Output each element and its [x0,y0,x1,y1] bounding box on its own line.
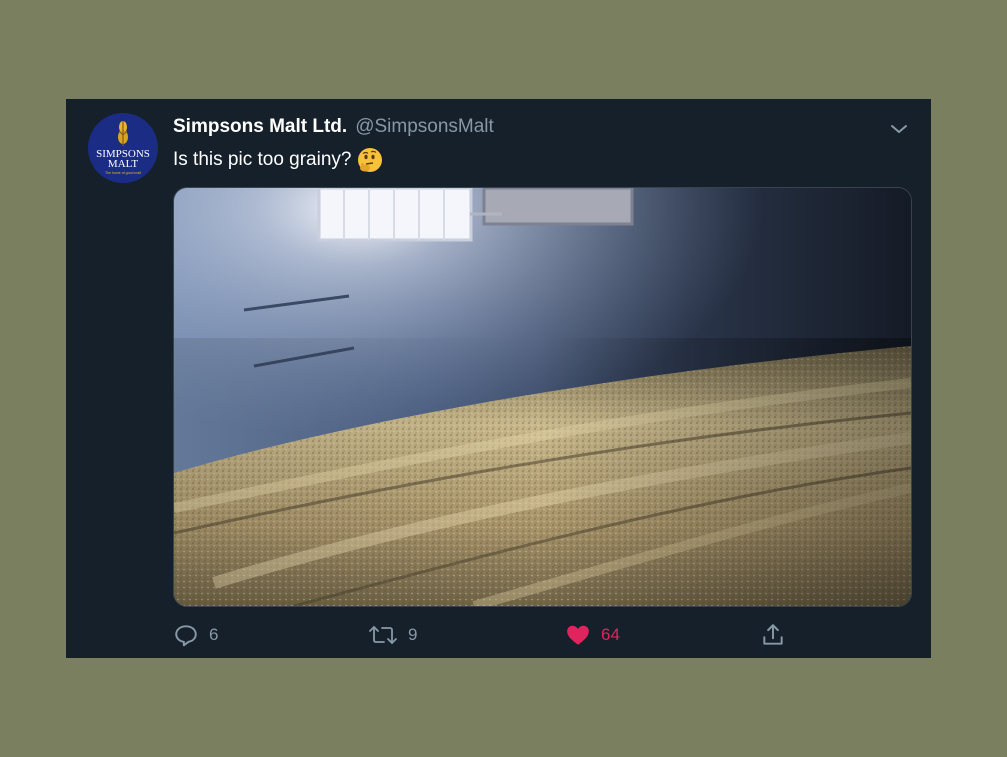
retweet-icon [369,626,397,644]
svg-text:MALT: MALT [108,158,138,170]
like-button[interactable]: 64 [565,619,620,651]
simpsons-malt-logo: SIMPSONS MALT The home of good malt [88,113,158,183]
tweet-text: Is this pic too grainy? [173,147,383,173]
tweet-header: Simpsons Malt Ltd. @SimpsonsMalt [173,116,871,140]
tweet-actions: 6 9 64 [173,619,793,651]
tweet-card[interactable]: SIMPSONS MALT The home of good malt Simp… [66,99,931,658]
heart-icon [567,625,589,645]
malt-floor-photo [174,188,911,606]
retweet-count: 9 [408,625,418,644]
tweet-photo[interactable] [173,187,912,607]
user-handle[interactable]: @SimpsonsMalt [355,116,494,138]
reply-icon [175,625,197,647]
tweet-text-content: Is this pic too grainy? [173,149,352,170]
avatar[interactable]: SIMPSONS MALT The home of good malt [88,113,158,183]
share-button[interactable] [760,619,786,651]
share-icon [763,624,783,645]
chevron-down-icon[interactable] [887,119,911,139]
svg-text:The home of good malt: The home of good malt [105,171,141,175]
reply-button[interactable]: 6 [173,619,218,651]
reply-count: 6 [209,625,219,644]
like-count: 64 [601,625,620,644]
retweet-button[interactable]: 9 [368,619,417,651]
display-name[interactable]: Simpsons Malt Ltd. [173,116,347,138]
thinking-face-icon [357,147,383,173]
